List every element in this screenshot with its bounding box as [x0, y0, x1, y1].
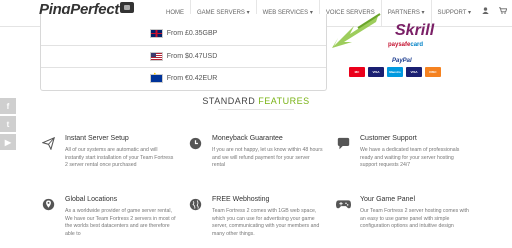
paper-plane-icon [40, 135, 56, 151]
paysafe-text: paysafe [388, 42, 411, 48]
card-logos: MC VISA Maestro VISA DISC [349, 67, 441, 77]
price-list: From £0.35GBP From $0.47USD From €0.42EU… [40, 14, 327, 91]
chat-icon [335, 135, 351, 151]
payment-arrow-icon [332, 13, 381, 48]
cart-icon[interactable] [494, 0, 512, 26]
feature-title: Global Locations [65, 196, 118, 203]
feature-description: All of our systems are automatic and wil… [65, 147, 174, 168]
youtube-icon[interactable]: ▶ [0, 134, 16, 150]
gamepad-icon [335, 196, 351, 212]
mastercard-logo: MC [349, 67, 365, 77]
price-usd: From $0.47USD [166, 52, 218, 60]
nav-support[interactable]: SUPPORT ▾ [430, 0, 477, 26]
location-icon [40, 196, 56, 212]
maestro-logo: Maestro [387, 67, 403, 77]
price-eur: From €0.42EUR [166, 74, 218, 82]
price-gbp: From £0.35GBP [166, 29, 218, 37]
paypal-logo: PayPal [392, 58, 412, 64]
feature-description: We have a dedicated team of professional… [360, 147, 460, 168]
twitter-icon[interactable]: t [0, 116, 16, 132]
feature-title: Your Game Panel [360, 196, 415, 203]
feature-title: Instant Server Setup [65, 135, 129, 142]
feature-title: FREE Webhosting [212, 196, 270, 203]
visa-electron-logo: VISA [406, 67, 422, 77]
features-heading-part2: FEATURES [258, 96, 310, 106]
feature-description: Team Fortress 2 comes with 1GB web space… [212, 208, 320, 237]
us-flag-icon [149, 51, 163, 61]
features-heading: STANDARD FEATURES [0, 96, 512, 106]
globe-icon [187, 196, 203, 212]
feature-description: Our Team Fortress 2 server hosting comes… [360, 208, 469, 229]
paysafecard-logo: paysafecard [388, 42, 423, 48]
skrill-logo: Skrill [395, 22, 435, 39]
heading-underline [218, 109, 294, 110]
eu-flag-icon [149, 72, 163, 83]
price-row-eur: From €0.42EUR [41, 67, 326, 89]
price-row-gbp: From £0.35GBP [41, 22, 326, 44]
price-row-usd: From $0.47USD [41, 45, 326, 67]
feature-title: Customer Support [360, 135, 417, 142]
visa-logo: VISA [368, 67, 384, 77]
features-heading-part1: STANDARD [202, 96, 256, 106]
logo-badge-icon [120, 2, 135, 13]
paysafe-card-text: card [410, 42, 424, 48]
feature-title: Moneyback Guarantee [212, 135, 283, 142]
clock-icon [187, 135, 203, 151]
feature-description: If you are not happy, let us know within… [212, 147, 323, 168]
discover-logo: DISC [425, 67, 441, 77]
uk-flag-icon [149, 28, 163, 38]
user-icon[interactable] [477, 0, 494, 26]
feature-description: As a worldwide provider of game server r… [65, 208, 176, 237]
